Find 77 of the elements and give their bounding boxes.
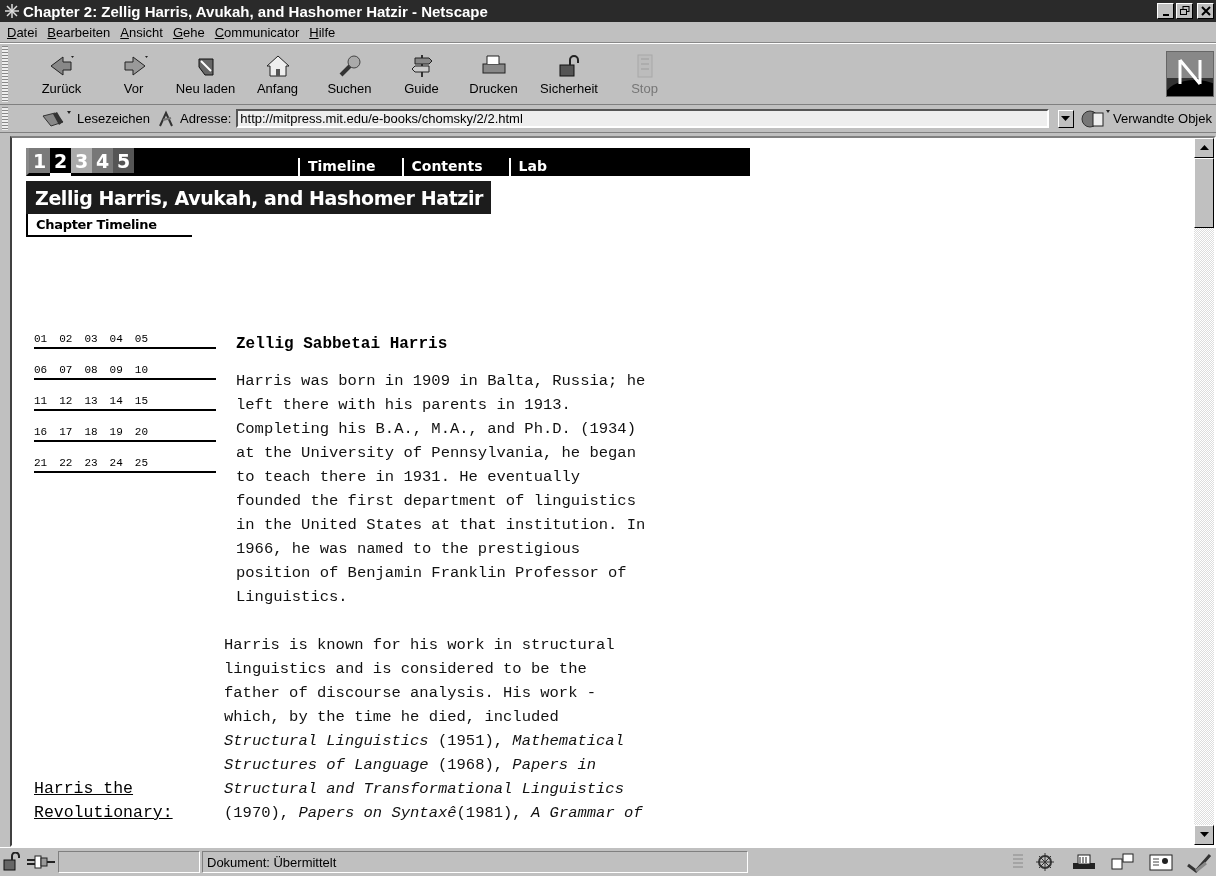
location-icon[interactable]: [157, 109, 175, 128]
paragraph: Harris was born in 1909 in Balta, Russia; he left there with his parents in 1913. Completing his B.A., M.A., and Ph.D. (1934) at the University of Pennsylvania, he began to teach there in 1931. He eventually founded the first department of linguistics in the United States at that institution. In 1966, he was named to the prestigious position of Benjamin Franklin Professor of Linguistics.: [236, 371, 647, 608]
number-link[interactable]: 24: [109, 457, 123, 469]
close-icon: [1200, 6, 1211, 16]
vertical-scrollbar[interactable]: [1194, 138, 1214, 845]
chapter-title: Zellig Harris, Avukah, and Hashomer Hatzir: [26, 181, 492, 214]
number-link[interactable]: 02: [59, 333, 73, 345]
menu-item[interactable]: Bearbeiten: [42, 24, 116, 40]
toolbar-button[interactable]: Vor: [102, 50, 165, 98]
scroll-up-icon[interactable]: [1199, 145, 1209, 151]
number-link[interactable]: 01: [34, 333, 48, 345]
scroll-thumb[interactable]: [1194, 158, 1214, 228]
nav-link[interactable]: Timeline: [298, 158, 402, 176]
menu-item[interactable]: Communicator: [209, 24, 305, 40]
menu-item[interactable]: Hilfe: [304, 24, 341, 40]
related-button[interactable]: Verwandte Objek: [1079, 108, 1214, 129]
number-link[interactable]: 12: [59, 395, 73, 407]
plug-icon[interactable]: [26, 852, 56, 872]
article-heading: Zellig Sabbetai Harris: [236, 335, 449, 353]
address-field[interactable]: http://mitpress.mit.edu/e-books/chomsky/2/2.html: [236, 109, 1049, 128]
chapter-link[interactable]: 5: [113, 148, 134, 176]
toolbar-button[interactable]: Zurück: [30, 50, 93, 98]
restore-icon: [1179, 6, 1190, 16]
toolbar-grip[interactable]: [2, 46, 8, 102]
menu-item[interactable]: Gehe: [167, 24, 210, 40]
number-link[interactable]: 05: [134, 333, 148, 345]
globe-document-icon: [1081, 108, 1111, 129]
chapter-timeline-link[interactable]: Chapter Timeline: [26, 214, 192, 237]
status-text: Dokument: Übermittelt: [202, 851, 748, 873]
chapter-link[interactable]: 4: [92, 148, 113, 176]
number-link[interactable]: 07: [59, 364, 73, 376]
netscape-logo[interactable]: [1166, 51, 1214, 97]
number-link[interactable]: 16: [34, 426, 48, 438]
number-link[interactable]: 03: [84, 333, 98, 345]
number-link[interactable]: 14: [109, 395, 123, 407]
number-link[interactable]: 18: [84, 426, 98, 438]
menu-item[interactable]: Datei: [2, 24, 43, 40]
close-button[interactable]: [1197, 3, 1214, 19]
number-link[interactable]: 09: [109, 364, 123, 376]
scroll-down-icon[interactable]: [1199, 832, 1209, 838]
window-title: Chapter 2: Zellig Harris, Avukah, and Hashomer Hatzir - Netscape: [23, 2, 489, 20]
restore-button[interactable]: [1176, 3, 1193, 19]
number-link[interactable]: 20: [134, 426, 148, 438]
toolbar-button[interactable]: Drucken: [462, 50, 525, 98]
number-link[interactable]: 08: [84, 364, 98, 376]
toolbar-button[interactable]: Sicherheit: [534, 50, 604, 98]
bookmarks-button[interactable]: Lesezeichen: [39, 109, 152, 128]
address-label: Adresse:: [180, 111, 232, 126]
nav-link[interactable]: Lab: [508, 158, 573, 176]
side-link[interactable]: Harris the Revolutionary:: [34, 777, 224, 825]
toolbar-button[interactable]: Guide: [390, 50, 453, 98]
menu-item[interactable]: Ansicht: [115, 24, 168, 40]
number-link[interactable]: 25: [134, 457, 148, 469]
toolbar-button[interactable]: Neu laden: [174, 50, 237, 98]
chapter-link[interactable]: 1: [26, 148, 50, 176]
caret-icon: [1061, 115, 1071, 122]
number-link[interactable]: 11: [34, 395, 48, 407]
number-link[interactable]: 04: [109, 333, 123, 345]
toolbar-button[interactable]: Anfang: [246, 50, 309, 98]
number-link[interactable]: 22: [59, 457, 73, 469]
number-link[interactable]: 21: [34, 457, 48, 469]
number-link[interactable]: 19: [109, 426, 123, 438]
number-link[interactable]: 13: [84, 395, 98, 407]
number-link[interactable]: 06: [34, 364, 48, 376]
minimize-button[interactable]: [1157, 3, 1174, 19]
netscape-star-icon: [4, 3, 20, 19]
number-link[interactable]: 10: [134, 364, 148, 376]
paragraph: Harris is known for his work in structural linguistics and is considered to be the father of discourse analysis. His work - which, by the time he died, included Structural Linguistics (1951), Mathematical Structures of Language (1968), Papers in Structural and Transformational Linguistics (1970), Papers on Syntaxê(1981), A Grammar of: [224, 635, 644, 824]
toolbar-button[interactable]: Suchen: [318, 50, 381, 98]
minimize-icon: [1162, 13, 1169, 16]
number-link[interactable]: 15: [134, 395, 148, 407]
toolbar-grip[interactable]: [2, 107, 8, 130]
address-book-icon[interactable]: [1146, 851, 1176, 873]
nav-link[interactable]: Contents: [401, 158, 509, 176]
number-link[interactable]: 23: [84, 457, 98, 469]
dropdown-button[interactable]: [1058, 109, 1074, 128]
number-link[interactable]: 17: [59, 426, 73, 438]
